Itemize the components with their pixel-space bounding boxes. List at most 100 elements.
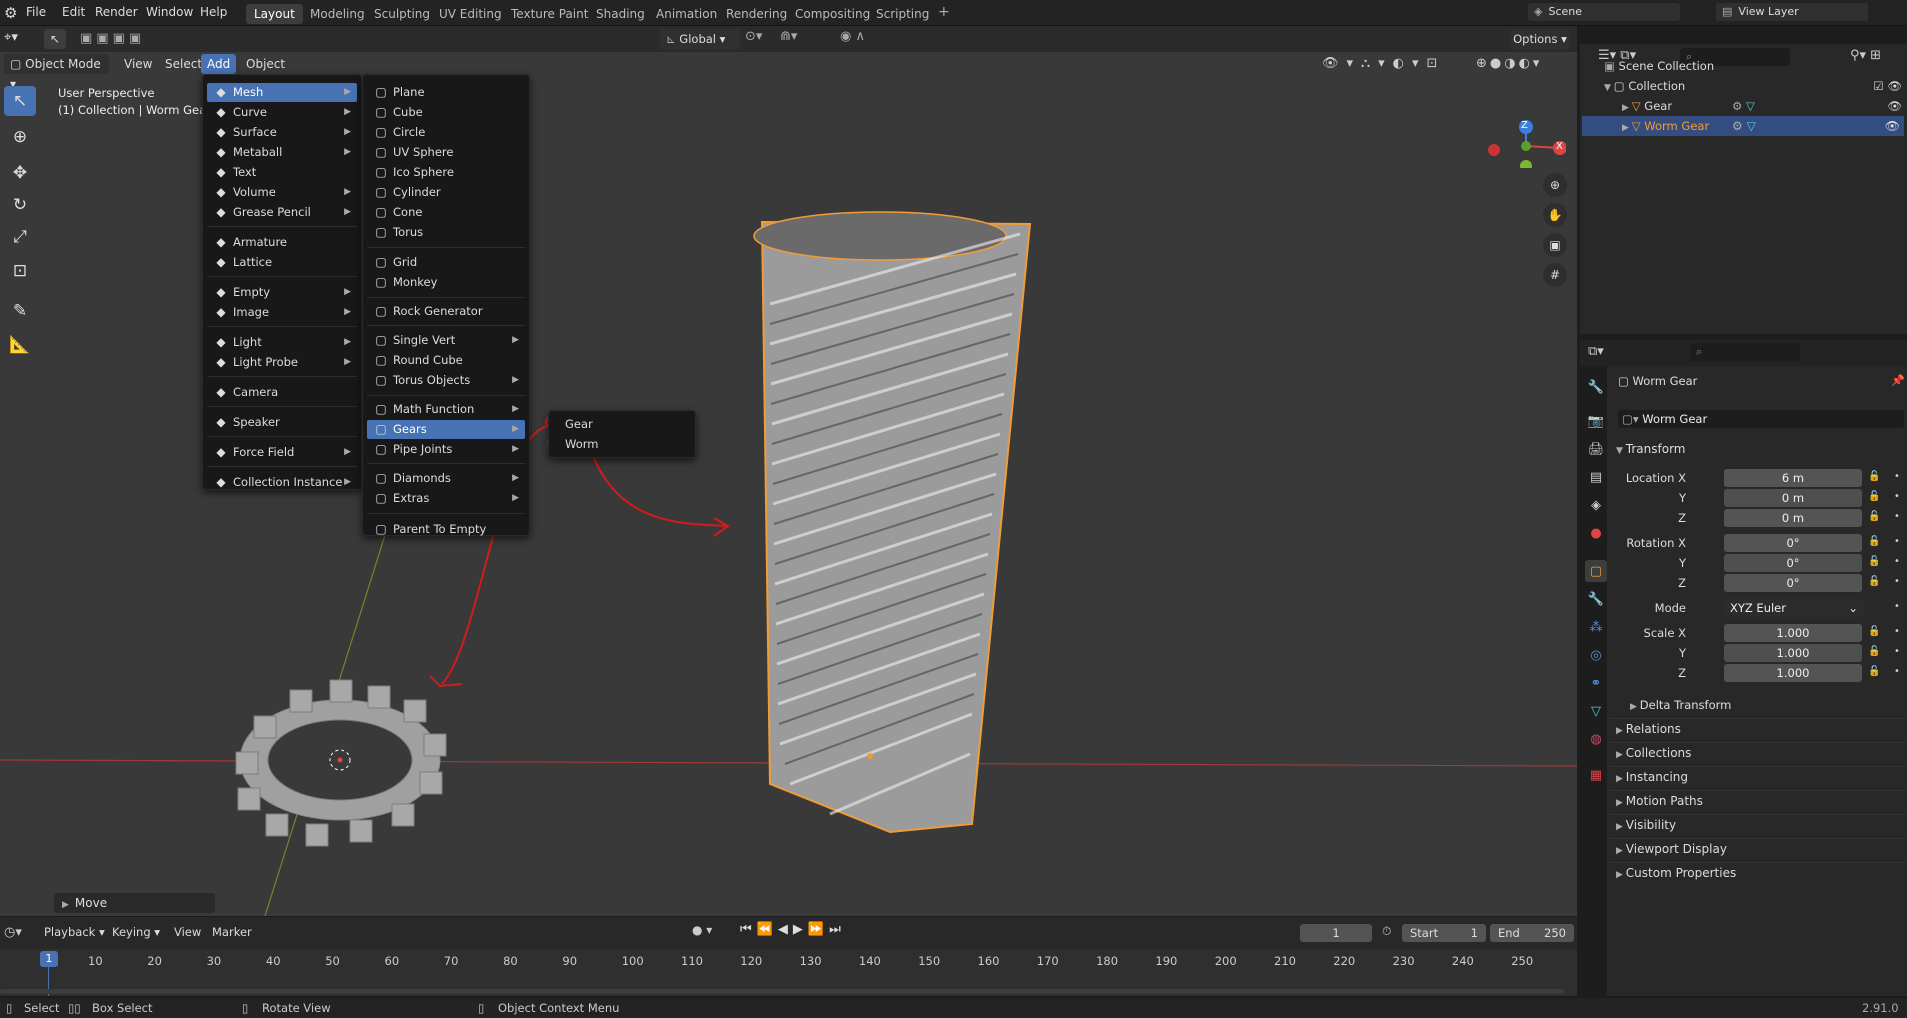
tab-rendering[interactable]: Rendering (718, 4, 795, 24)
mesh-menu-item-torus-objects[interactable]: ▢ Torus Objects ▶ (367, 371, 525, 390)
properties-editor-icon[interactable]: ⧉▾ (1588, 344, 1604, 359)
timeline-menu-keying[interactable]: Keying ▾ (112, 925, 160, 939)
mesh-menu-item-circle[interactable]: ▢ Circle (367, 123, 525, 142)
camera-view-icon[interactable]: ▣ (1543, 233, 1567, 257)
mesh-menu-item-cylinder[interactable]: ▢ Cylinder (367, 183, 525, 202)
material-tab-icon[interactable]: ◍ (1585, 728, 1607, 750)
panel-viewport-display[interactable]: ▶ Viewport Display (1616, 842, 1902, 856)
lock-icon[interactable]: 🔓 (1868, 511, 1880, 522)
tool-tab-icon[interactable]: 🔧 (1585, 376, 1607, 398)
rotation-z-field[interactable]: 0° (1724, 574, 1862, 592)
delta-transform-header[interactable]: ▶ Delta Transform (1630, 698, 1731, 712)
add-menu-item-light[interactable]: ◆ Light ▶ (207, 333, 357, 352)
keyframe-dot-icon[interactable]: • (1894, 556, 1900, 567)
rotation-y-field[interactable]: 0° (1724, 554, 1862, 572)
operator-panel-move[interactable]: ▶ Move (54, 893, 215, 913)
scale-tool-icon[interactable]: ⤢ (4, 222, 36, 252)
ortho-grid-icon[interactable]: # (1543, 263, 1567, 287)
timeline-menu-view[interactable]: View (174, 925, 201, 939)
cursor-tool-icon[interactable]: ⊕ (4, 122, 36, 152)
rotate-tool-icon[interactable]: ↻ (4, 190, 36, 220)
transform-tool-icon[interactable]: ⊡ (4, 256, 36, 286)
lock-icon[interactable]: 🔓 (1868, 491, 1880, 502)
tab-texture-paint[interactable]: Texture Paint (503, 4, 596, 24)
start-frame-field[interactable]: Start 1 (1402, 924, 1486, 942)
panel-instancing[interactable]: ▶ Instancing (1616, 770, 1902, 784)
transform-orientation-dropdown[interactable]: ⊾ Global ▾ (660, 29, 740, 49)
lock-icon[interactable]: 🔓 (1868, 471, 1880, 482)
view-layer-selector[interactable]: ▤ View Layer (1716, 3, 1868, 21)
menu-edit[interactable]: Edit (62, 5, 85, 19)
panel-visibility[interactable]: ▶ Visibility (1616, 818, 1902, 832)
selection-mode-icons[interactable]: ▣▣▣▣ (80, 29, 175, 49)
mesh-menu-item-round-cube[interactable]: ▢ Round Cube (367, 351, 525, 370)
data-tab-icon[interactable]: ▽ (1585, 700, 1607, 722)
mesh-menu-item-cone[interactable]: ▢ Cone (367, 203, 525, 222)
collection-row[interactable]: ▼ ▢ Collection ☑ 👁 (1604, 76, 1904, 98)
add-menu-item-force-field[interactable]: ◆ Force Field ▶ (207, 443, 357, 462)
texture-tab-icon[interactable]: ▦ (1585, 764, 1607, 786)
add-menu-item-armature[interactable]: ◆ Armature (207, 233, 357, 252)
location-z-field[interactable]: 0 m (1724, 509, 1862, 527)
add-menu-item-speaker[interactable]: ◆ Speaker (207, 413, 357, 432)
add-menu-item-metaball[interactable]: ◆ Metaball ▶ (207, 143, 357, 162)
eye-icon[interactable]: 👁 (1885, 116, 1900, 136)
add-menu-item-surface[interactable]: ◆ Surface ▶ (207, 123, 357, 142)
menu-render[interactable]: Render (95, 5, 138, 19)
lock-icon[interactable]: 🔓 (1868, 576, 1880, 587)
gears-menu-item-gear[interactable]: Gear (553, 415, 691, 434)
lock-icon[interactable]: 🔓 (1868, 626, 1880, 637)
pivot-point-icon[interactable]: ⊙▾ (745, 29, 762, 44)
tab-shading[interactable]: Shading (588, 4, 653, 24)
location-y-field[interactable]: 0 m (1724, 489, 1862, 507)
panel-motion-paths[interactable]: ▶ Motion Paths (1616, 794, 1902, 808)
checkbox-eye-icon[interactable]: ☑ 👁 (1873, 76, 1902, 96)
add-menu-item-image[interactable]: ◆ Image ▶ (207, 303, 357, 322)
mode-dropdown[interactable]: ▢ Object Mode ▾ (4, 54, 109, 91)
add-menu-item-curve[interactable]: ◆ Curve ▶ (207, 103, 357, 122)
scale-z-field[interactable]: 1.000 (1724, 664, 1862, 682)
object-name-field[interactable]: ▢▾ Worm Gear (1618, 410, 1904, 428)
menu-file[interactable]: File (26, 5, 46, 19)
keyframe-dot-icon[interactable]: • (1894, 471, 1900, 482)
mesh-menu-item-math-function[interactable]: ▢ Math Function ▶ (367, 400, 525, 419)
menu-window[interactable]: Window (146, 5, 193, 19)
add-menu-item-camera[interactable]: ◆ Camera (207, 383, 357, 402)
record-icon[interactable]: ● ▾ (692, 923, 712, 937)
blender-logo-icon[interactable]: ⚙ (4, 4, 17, 22)
outliner-item-worm-gear[interactable]: ▶ ▽ Worm Gear ⚙ ▽ 👁 (1582, 116, 1904, 136)
add-menu-item-light-probe[interactable]: ◆ Light Probe ▶ (207, 353, 357, 372)
move-tool-icon[interactable]: ✥ (4, 158, 36, 188)
timeline-scrollbar[interactable] (0, 989, 1565, 994)
end-frame-field[interactable]: End 250 (1490, 924, 1574, 942)
scene-selector[interactable]: ◈ Scene (1528, 3, 1680, 21)
tab-modeling[interactable]: Modeling (302, 4, 373, 24)
mesh-menu-item-rock-generator[interactable]: ▢ Rock Generator (367, 302, 525, 321)
viewport-menu-add[interactable]: Add (201, 54, 237, 74)
mesh-menu-item-extras[interactable]: ▢ Extras ▶ (367, 489, 525, 508)
keyframe-dot-icon[interactable]: • (1894, 536, 1900, 547)
timeline-menu-playback[interactable]: Playback ▾ (44, 925, 105, 939)
rotation-x-field[interactable]: 0° (1724, 534, 1862, 552)
annotate-tool-icon[interactable]: ✎ (4, 296, 36, 326)
tab-uv-editing[interactable]: UV Editing (431, 4, 510, 24)
transform-panel-header[interactable]: ▼ Transform (1616, 442, 1686, 456)
tab-scripting[interactable]: Scripting (868, 4, 937, 24)
eye-icon[interactable]: 👁 (1887, 96, 1902, 116)
add-menu-item-mesh[interactable]: ◆ Mesh ▶ (207, 83, 357, 102)
zoom-icon[interactable]: ⊕ (1543, 173, 1567, 197)
rotation-mode-dropdown[interactable]: XYZ Euler ⌄ (1724, 599, 1864, 617)
tab-animation[interactable]: Animation (648, 4, 725, 24)
current-frame-field[interactable]: 1 (1300, 924, 1372, 942)
mesh-menu-item-cube[interactable]: ▢ Cube (367, 103, 525, 122)
snap-icon[interactable]: ⋒▾ (780, 29, 797, 44)
scale-y-field[interactable]: 1.000 (1724, 644, 1862, 662)
timeline-menu-marker[interactable]: Marker (212, 925, 252, 939)
viewport-menu-view[interactable]: View (118, 54, 158, 74)
lock-icon[interactable]: 🔓 (1868, 536, 1880, 547)
mesh-menu-item-diamonds[interactable]: ▢ Diamonds ▶ (367, 469, 525, 488)
mesh-menu-item-gears[interactable]: ▢ Gears ▶ (367, 420, 525, 439)
shading-mode-icons[interactable]: ⊕●◑◐▾ (1476, 56, 1542, 71)
tab-layout[interactable]: Layout (246, 4, 303, 24)
panel-collections[interactable]: ▶ Collections (1616, 746, 1902, 760)
